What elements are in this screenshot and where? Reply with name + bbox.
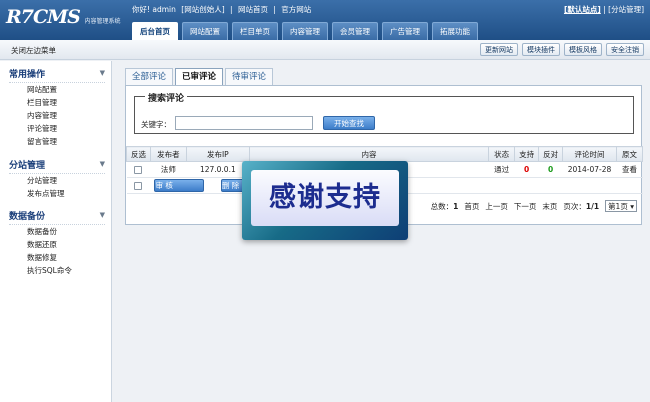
keyword-input[interactable] [175, 116, 313, 130]
col-header-support: 支持 [514, 146, 540, 162]
page-select[interactable]: 第1页 ▾ [605, 200, 637, 212]
sidebar-item-content-manage[interactable]: 内容管理 [27, 109, 105, 122]
select-all-cell [126, 177, 151, 194]
cell-time: 2014-07-28 [562, 161, 617, 178]
chevron-down-icon[interactable]: ▼ [100, 160, 105, 171]
top-header: R7CMS 内容管理系统 你好! admin [网站创始人] | 网站首页 | … [0, 0, 650, 40]
nav-tab-content[interactable]: 内容管理 [282, 22, 328, 40]
sidebar-section-title[interactable]: 分站管理 ▼ [9, 158, 105, 174]
logo-subtitle: 内容管理系统 [84, 18, 121, 25]
sidebar-item-site-config[interactable]: 网站配置 [27, 83, 105, 96]
col-header-author: 发布者 [149, 146, 187, 162]
pages-label: 页次： [563, 201, 586, 211]
site-home-link[interactable]: 网站首页 [238, 5, 268, 14]
logo-text: R7CMS [6, 6, 81, 28]
sub-toolbar: 关闭左边菜单 更新网站 模块插件 模板风格 安全注销 [0, 40, 650, 60]
sidebar-section-backup: 数据备份 ▼ 数据备份 数据还原 数据修复 执行SQL命令 [9, 209, 105, 277]
search-legend: 搜索评论 [145, 91, 188, 104]
last-page-link[interactable]: 末页 [542, 201, 557, 212]
nav-tab-extensions[interactable]: 拓展功能 [432, 22, 478, 40]
site-manage-link[interactable]: [分站管理] [608, 5, 644, 14]
pagination: 总数：1 首页 上一页 下一页 末页 页次：1/1 第1页 ▾ [431, 200, 637, 212]
cell-support: 0 [514, 161, 539, 178]
col-header-time: 评论时间 [562, 146, 617, 162]
sidebar-item-publish-point[interactable]: 发布点管理 [27, 187, 105, 200]
select-all-checkbox[interactable] [134, 182, 143, 190]
page-info: 页次：1/1 [563, 201, 599, 212]
default-site-link[interactable]: [默认站点] [564, 5, 601, 14]
search-button[interactable]: 开始查找 [323, 116, 375, 130]
sidebar-item-sql[interactable]: 执行SQL命令 [27, 264, 105, 277]
official-site-link[interactable]: 官方网站 [281, 5, 311, 14]
sidebar-section-title[interactable]: 数据备份 ▼ [9, 209, 105, 225]
greeting: 你好! admin [132, 5, 176, 14]
nav-tab-columns[interactable]: 栏目单页 [232, 22, 278, 40]
col-header-ip: 发布IP [185, 146, 250, 162]
nav-tab-ads[interactable]: 广告管理 [382, 22, 428, 40]
tab-pending-comments[interactable]: 待审评论 [225, 68, 274, 86]
prev-page-link[interactable]: 上一页 [485, 201, 508, 212]
sidebar-item-restore[interactable]: 数据还原 [27, 238, 105, 251]
sidebar-item-substation-manage[interactable]: 分站管理 [27, 174, 105, 187]
plugins-button[interactable]: 模块插件 [522, 43, 560, 56]
cell-status: 通过 [488, 161, 515, 178]
logo: R7CMS 内容管理系统 [6, 6, 120, 28]
sidebar-section-title[interactable]: 常用操作 ▼ [9, 67, 105, 83]
row-checkbox[interactable] [134, 166, 143, 174]
section-title-text: 分站管理 [9, 161, 46, 171]
thanks-text: 感谢支持 [251, 170, 399, 226]
keyword-label: 关键字： [141, 120, 171, 129]
section-title-text: 常用操作 [9, 70, 46, 80]
cell-ip: 127.0.0.1 [186, 161, 250, 178]
nav-tab-members[interactable]: 会员管理 [332, 22, 378, 40]
nav-tab-site-config[interactable]: 网站配置 [182, 22, 228, 40]
templates-button[interactable]: 模板风格 [564, 43, 602, 56]
row-select-cell [126, 161, 151, 178]
next-page-link[interactable]: 下一页 [514, 201, 537, 212]
page-select-value: 第1页 [608, 202, 628, 211]
sidebar-item-backup[interactable]: 数据备份 [27, 225, 105, 238]
user-role: [网站创始人] [181, 5, 225, 14]
comment-tabs: 全部评论 已审评论 待审评论 [125, 68, 275, 86]
sidebar-item-column-manage[interactable]: 栏目管理 [27, 96, 105, 109]
sidebar-item-repair[interactable]: 数据修复 [27, 251, 105, 264]
user-info: 你好! admin [网站创始人] | 网站首页 | 官方网站 [132, 5, 312, 14]
total-label: 总数： [430, 201, 454, 211]
quick-actions: 更新网站 模块插件 模板风格 安全注销 [480, 43, 644, 56]
col-header-original: 原文 [615, 146, 644, 162]
view-link[interactable]: 查看 [616, 161, 643, 178]
col-header-select[interactable]: 反选 [126, 146, 151, 162]
update-site-button[interactable]: 更新网站 [480, 43, 518, 56]
chevron-down-icon: ▾ [630, 202, 634, 211]
approve-button[interactable]: 审 核 [154, 179, 205, 192]
chevron-down-icon[interactable]: ▼ [100, 69, 105, 80]
first-page-link[interactable]: 首页 [464, 201, 479, 212]
sidebar-section-substation: 分站管理 ▼ 分站管理 发布点管理 [9, 158, 105, 200]
total-count: 总数：1 [431, 201, 459, 212]
thanks-banner: 感谢支持 [242, 161, 408, 240]
sidebar-item-message-manage[interactable]: 留言管理 [27, 135, 105, 148]
tab-approved-comments[interactable]: 已审评论 [175, 68, 224, 86]
chevron-down-icon[interactable]: ▼ [100, 211, 105, 222]
sidebar: 常用操作 ▼ 网站配置 栏目管理 内容管理 评论管理 留言管理 分站管理 ▼ 分… [0, 61, 112, 402]
sidebar-section-common: 常用操作 ▼ 网站配置 栏目管理 内容管理 评论管理 留言管理 [9, 67, 105, 148]
col-header-oppose: 反对 [538, 146, 564, 162]
site-switcher: [默认站点] | [分站管理] [563, 5, 644, 14]
cell-oppose: 0 [538, 161, 563, 178]
search-fieldset: 搜索评论 关键字： 开始查找 [134, 91, 634, 134]
main-nav: 后台首页 网站配置 栏目单页 内容管理 会员管理 广告管理 拓展功能 [132, 22, 478, 40]
cell-author: 法师 [150, 161, 187, 178]
col-header-content: 内容 [248, 146, 490, 162]
close-left-menu-link[interactable]: 关闭左边菜单 [11, 45, 56, 56]
total-value: 1 [453, 201, 459, 211]
sidebar-item-comment-manage[interactable]: 评论管理 [27, 122, 105, 135]
logout-button[interactable]: 安全注销 [606, 43, 644, 56]
col-header-status: 状态 [488, 146, 516, 162]
nav-tab-home[interactable]: 后台首页 [132, 22, 178, 40]
section-title-text: 数据备份 [9, 212, 46, 222]
pages-value: 1/1 [585, 201, 600, 211]
tab-all-comments[interactable]: 全部评论 [125, 68, 174, 86]
